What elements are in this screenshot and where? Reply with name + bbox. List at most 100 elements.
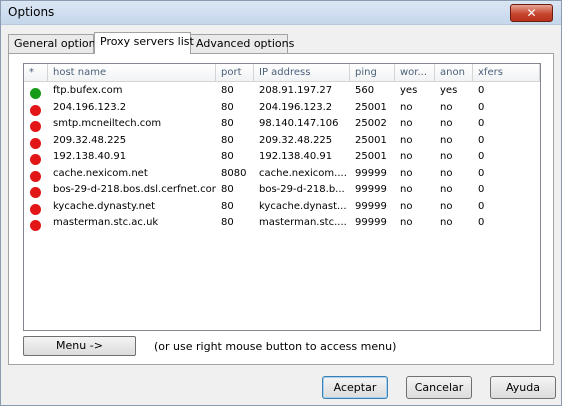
- cell-ping: 99999: [355, 167, 387, 179]
- column-header-host-name[interactable]: host name: [48, 64, 216, 82]
- cell-xfers: 0: [478, 118, 485, 129]
- cell-host-name: kycache.dynasty.net: [53, 200, 156, 212]
- cell-works: no: [400, 118, 413, 129]
- cell-xfers: 0: [478, 217, 485, 228]
- status-cell: [24, 184, 48, 198]
- status-dot-icon: [30, 104, 41, 116]
- cell-ping: 99999: [355, 217, 387, 228]
- cell-works: no: [400, 151, 413, 162]
- cell-works: no: [400, 200, 413, 212]
- status-dot-icon: [30, 187, 41, 198]
- cell-ping: 25001: [355, 134, 387, 146]
- cell-port: 80: [221, 134, 234, 146]
- title-bar[interactable]: Options ✕: [1, 1, 561, 25]
- cell-host-name: masterman.stc.ac.uk: [53, 217, 159, 228]
- window-title: Options: [8, 5, 55, 19]
- cell-anon: no: [440, 217, 453, 228]
- cell-host-name: 209.32.48.225: [53, 134, 127, 146]
- cell-ip-address: 98.140.147.106: [259, 118, 339, 129]
- cell-xfers: 0: [478, 184, 485, 195]
- table-row[interactable]: 209.32.48.225 80 209.32.48.225 25001 no no 0: [24, 133, 540, 150]
- cell-port: 80: [221, 85, 234, 96]
- cell-ip-address: 209.32.48.225: [259, 134, 333, 146]
- list-header: * host name port IP address ping wor... …: [24, 64, 540, 82]
- cancel-button[interactable]: Cancelar: [406, 376, 472, 399]
- status-dot-icon: [30, 203, 41, 215]
- proxy-list[interactable]: * host name port IP address ping wor... …: [23, 63, 541, 331]
- status-dot-icon: [30, 220, 41, 231]
- status-cell: [24, 85, 48, 99]
- cell-anon: no: [440, 134, 453, 146]
- cell-anon: no: [440, 118, 453, 129]
- table-row[interactable]: kycache.dynasty.net 80 kycache.dynast... 99…: [24, 199, 540, 216]
- tab-proxy-servers-list[interactable]: Proxy servers list: [94, 32, 194, 54]
- cell-ip-address: masterman.stc....: [259, 217, 347, 228]
- cell-xfers: 0: [478, 134, 485, 146]
- status-dot-icon: [30, 137, 41, 149]
- status-cell: [24, 168, 48, 182]
- table-row[interactable]: 204.196.123.2 80 204.196.123.2 25001 no no 0: [24, 100, 540, 117]
- cell-ip-address: cache.nexicom....: [259, 167, 347, 179]
- cell-ping: 25002: [355, 118, 387, 129]
- cell-ip-address: 208.91.197.27: [259, 85, 333, 96]
- cell-ip-address: kycache.dynast...: [259, 200, 347, 212]
- status-dot-icon: [30, 154, 41, 165]
- close-button[interactable]: ✕: [510, 4, 553, 22]
- column-header-status[interactable]: *: [24, 64, 48, 82]
- table-row[interactable]: cache.nexicom.net 8080 cache.nexicom.... 99…: [24, 166, 540, 183]
- accept-button[interactable]: Aceptar: [322, 376, 388, 399]
- cell-xfers: 0: [478, 167, 485, 179]
- cell-works: no: [400, 167, 413, 179]
- status-cell: [24, 201, 48, 215]
- tab-advanced-options[interactable]: Advanced options: [190, 34, 294, 53]
- cell-anon: yes: [440, 85, 458, 96]
- cell-anon: no: [440, 151, 453, 162]
- cell-port: 80: [221, 101, 234, 113]
- cell-ip-address: bos-29-d-218.b...: [259, 184, 345, 195]
- close-icon: ✕: [526, 6, 537, 20]
- cell-host-name: 204.196.123.2: [53, 101, 127, 113]
- column-header-xfers[interactable]: xfers: [473, 64, 540, 82]
- status-cell: [24, 118, 48, 132]
- cell-host-name: smtp.mcneiltech.com: [53, 118, 162, 129]
- cell-port: 80: [221, 184, 234, 195]
- cell-host-name: ftp.bufex.com: [53, 85, 123, 96]
- cell-port: 80: [221, 200, 234, 212]
- cell-xfers: 0: [478, 85, 485, 96]
- help-button[interactable]: Ayuda: [490, 376, 556, 399]
- cell-port: 80: [221, 151, 234, 162]
- cell-xfers: 0: [478, 151, 485, 162]
- cell-works: no: [400, 184, 413, 195]
- cell-works: no: [400, 134, 413, 146]
- table-row[interactable]: ftp.bufex.com 80 208.91.197.27 560 yes yes 0: [24, 83, 540, 100]
- table-row[interactable]: masterman.stc.ac.uk 80 masterman.stc.... 99…: [24, 215, 540, 232]
- cell-ip-address: 192.138.40.91: [259, 151, 333, 162]
- column-header-port[interactable]: port: [216, 64, 254, 82]
- status-cell: [24, 217, 48, 231]
- column-header-ping[interactable]: ping: [350, 64, 395, 82]
- column-header-anon[interactable]: anon: [435, 64, 473, 82]
- tab-panel: * host name port IP address ping wor... …: [8, 53, 554, 365]
- menu-button[interactable]: Menu ->: [23, 336, 136, 356]
- status-cell: [24, 151, 48, 165]
- cell-works: no: [400, 217, 413, 228]
- cell-ip-address: 204.196.123.2: [259, 101, 333, 113]
- cell-port: 80: [221, 118, 234, 129]
- cell-ping: 560: [355, 85, 375, 96]
- cell-xfers: 0: [478, 101, 485, 113]
- cell-host-name: bos-29-d-218.bos.dsl.cerfnet.com: [53, 184, 216, 195]
- tab-general-options[interactable]: General options: [8, 34, 101, 53]
- column-header-works[interactable]: wor...: [395, 64, 435, 82]
- cell-anon: no: [440, 200, 453, 212]
- table-row[interactable]: smtp.mcneiltech.com 80 98.140.147.106 25002…: [24, 116, 540, 133]
- status-dot-icon: [30, 170, 41, 182]
- table-row[interactable]: bos-29-d-218.bos.dsl.cerfnet.com 80 bos-29…: [24, 182, 540, 199]
- options-window: Options ✕ General options Proxy servers …: [0, 0, 562, 406]
- column-header-ip-address[interactable]: IP address: [254, 64, 350, 82]
- cell-host-name: 192.138.40.91: [53, 151, 127, 162]
- status-cell: [24, 102, 48, 116]
- cell-anon: no: [440, 167, 453, 179]
- cell-works: no: [400, 101, 413, 113]
- status-dot-icon: [30, 88, 41, 99]
- table-row[interactable]: 192.138.40.91 80 192.138.40.91 25001 no no 0: [24, 149, 540, 166]
